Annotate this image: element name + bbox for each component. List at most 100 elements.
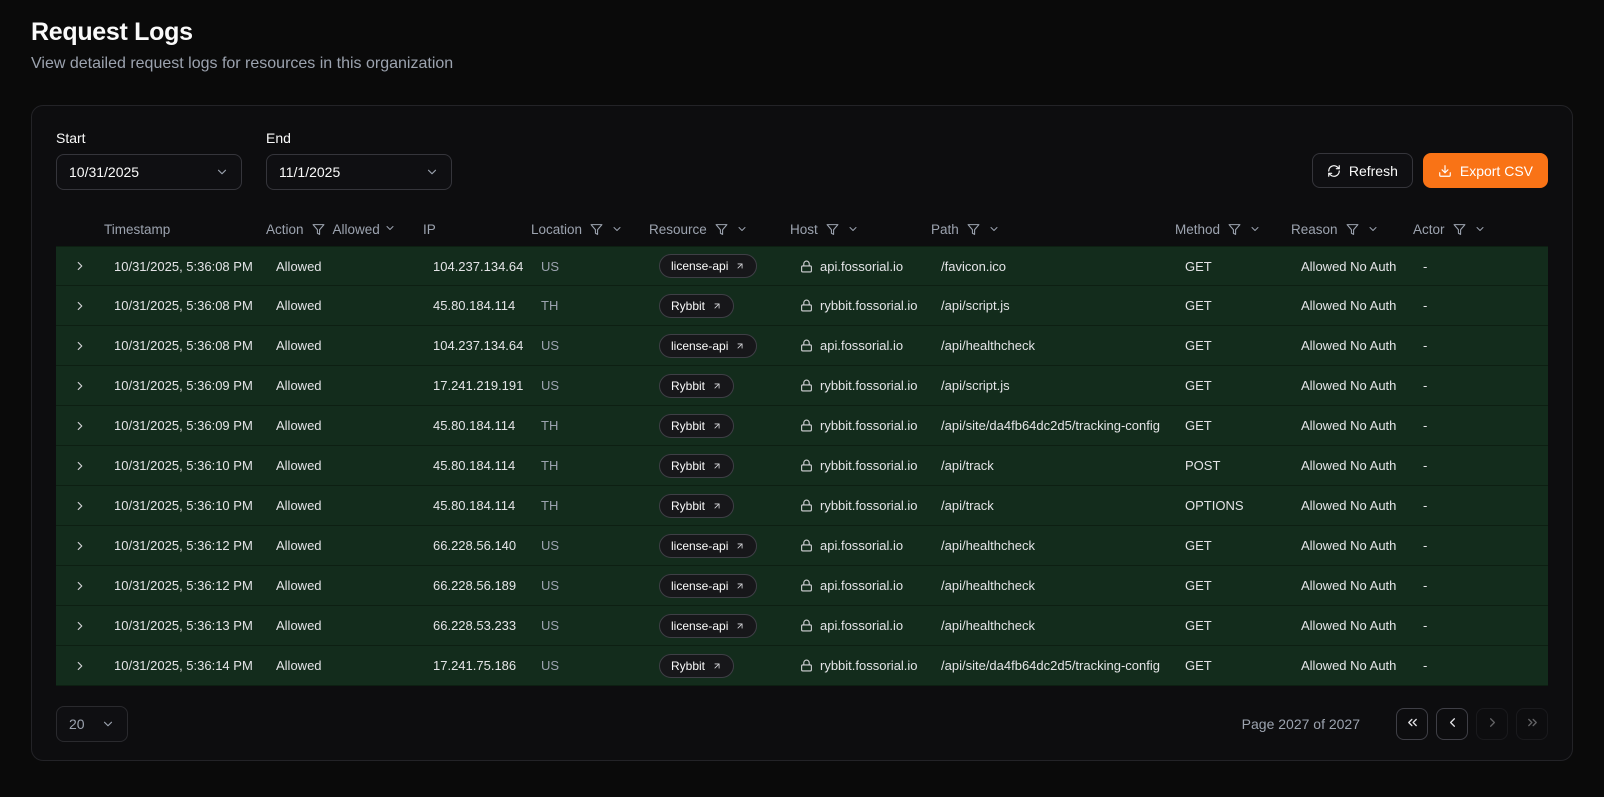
filter-icon[interactable] (312, 223, 325, 236)
cell-timestamp: 10/31/2025, 5:36:12 PM (104, 538, 266, 553)
chevron-down-icon[interactable] (611, 223, 623, 235)
cell-host: api.fossorial.io (790, 618, 931, 633)
resource-name: license-api (671, 619, 728, 633)
cell-action: Allowed (266, 458, 423, 473)
cell-path: /api/site/da4fb64dc2d5/tracking-config (931, 418, 1175, 433)
resource-badge[interactable]: license-api (659, 574, 757, 598)
cell-host: api.fossorial.io (790, 259, 931, 274)
table-row[interactable]: 10/31/2025, 5:36:12 PM Allowed 66.228.56… (56, 566, 1548, 606)
filter-icon[interactable] (1346, 223, 1359, 236)
resource-badge[interactable]: Rybbit (659, 654, 734, 678)
row-expand-chevron-right-icon[interactable] (73, 259, 87, 273)
table-controls: Start 10/31/2025 End 11/1/2025 (56, 130, 1548, 190)
cell-method: GET (1175, 338, 1291, 353)
chevron-down-icon[interactable] (736, 223, 748, 235)
start-date-select[interactable]: 10/31/2025 (56, 154, 242, 190)
row-expand-chevron-right-icon[interactable] (73, 379, 87, 393)
table-row[interactable]: 10/31/2025, 5:36:08 PM Allowed 104.237.1… (56, 326, 1548, 366)
filter-icon[interactable] (1453, 223, 1466, 236)
chevron-down-icon[interactable] (1474, 223, 1486, 235)
row-expand-chevron-right-icon[interactable] (73, 459, 87, 473)
row-expand-chevron-right-icon[interactable] (73, 539, 87, 553)
resource-badge[interactable]: license-api (659, 254, 757, 278)
external-link-icon (735, 581, 745, 591)
cell-method: GET (1175, 378, 1291, 393)
resource-badge[interactable]: Rybbit (659, 454, 734, 478)
column-label-host: Host (790, 222, 818, 237)
cell-host: api.fossorial.io (790, 338, 931, 353)
action-filter-value[interactable]: Allowed (333, 222, 396, 237)
cell-resource: Rybbit (649, 654, 790, 678)
cell-resource: Rybbit (649, 414, 790, 438)
table-row[interactable]: 10/31/2025, 5:36:08 PM Allowed 45.80.184… (56, 286, 1548, 326)
resource-badge[interactable]: license-api (659, 534, 757, 558)
cell-action: Allowed (266, 259, 423, 274)
table-row[interactable]: 10/31/2025, 5:36:09 PM Allowed 45.80.184… (56, 406, 1548, 446)
column-label-resource: Resource (649, 222, 707, 237)
filter-icon[interactable] (590, 223, 603, 236)
cell-path: /api/track (931, 458, 1175, 473)
last-page-button[interactable] (1516, 708, 1548, 740)
resource-badge[interactable]: Rybbit (659, 294, 734, 318)
cell-actor: - (1413, 458, 1548, 473)
row-expand-chevron-right-icon[interactable] (73, 619, 87, 633)
cell-ip: 45.80.184.114 (423, 498, 531, 513)
resource-badge[interactable]: license-api (659, 614, 757, 638)
row-expand-chevron-right-icon[interactable] (73, 659, 87, 673)
row-expand-chevron-right-icon[interactable] (73, 579, 87, 593)
row-expand-chevron-right-icon[interactable] (73, 299, 87, 313)
cell-method: GET (1175, 658, 1291, 673)
column-label-location: Location (531, 222, 582, 237)
cell-host: rybbit.fossorial.io (790, 378, 931, 393)
resource-badge[interactable]: Rybbit (659, 494, 734, 518)
lock-icon (800, 459, 813, 472)
chevron-down-icon[interactable] (1367, 223, 1379, 235)
external-link-icon (712, 421, 722, 431)
end-date-select[interactable]: 11/1/2025 (266, 154, 452, 190)
cell-actor: - (1413, 378, 1548, 393)
cell-timestamp: 10/31/2025, 5:36:09 PM (104, 418, 266, 433)
lock-icon (800, 499, 813, 512)
prev-page-button[interactable] (1436, 708, 1468, 740)
table-row[interactable]: 10/31/2025, 5:36:12 PM Allowed 66.228.56… (56, 526, 1548, 566)
filter-icon[interactable] (715, 223, 728, 236)
lock-icon (800, 419, 813, 432)
cell-path: /api/healthcheck (931, 338, 1175, 353)
table-row[interactable]: 10/31/2025, 5:36:13 PM Allowed 66.228.53… (56, 606, 1548, 646)
row-expand-chevron-right-icon[interactable] (73, 499, 87, 513)
cell-ip: 66.228.56.189 (423, 578, 531, 593)
chevron-down-icon[interactable] (847, 223, 859, 235)
table-row[interactable]: 10/31/2025, 5:36:14 PM Allowed 17.241.75… (56, 646, 1548, 686)
cell-actor: - (1413, 658, 1548, 673)
resource-badge[interactable]: Rybbit (659, 414, 734, 438)
page-info: Page 2027 of 2027 (1242, 716, 1360, 732)
resource-badge[interactable]: Rybbit (659, 374, 734, 398)
table-row[interactable]: 10/31/2025, 5:36:08 PM Allowed 104.237.1… (56, 246, 1548, 286)
filter-icon[interactable] (826, 223, 839, 236)
resource-name: license-api (671, 579, 728, 593)
resource-name: Rybbit (671, 419, 705, 433)
cell-actor: - (1413, 578, 1548, 593)
row-expand-chevron-right-icon[interactable] (73, 339, 87, 353)
lock-icon (800, 339, 813, 352)
table-row[interactable]: 10/31/2025, 5:36:10 PM Allowed 45.80.184… (56, 446, 1548, 486)
filter-icon[interactable] (967, 223, 980, 236)
table-row[interactable]: 10/31/2025, 5:36:10 PM Allowed 45.80.184… (56, 486, 1548, 526)
cell-ip: 17.241.75.186 (423, 658, 531, 673)
resource-name: license-api (671, 259, 728, 273)
page-size-select[interactable]: 20 (56, 706, 128, 742)
resource-name: Rybbit (671, 299, 705, 313)
chevron-down-icon[interactable] (988, 223, 1000, 235)
chevron-down-icon[interactable] (1249, 223, 1261, 235)
export-csv-button[interactable]: Export CSV (1423, 153, 1548, 188)
row-expand-chevron-right-icon[interactable] (73, 419, 87, 433)
resource-badge[interactable]: license-api (659, 334, 757, 358)
first-page-button[interactable] (1396, 708, 1428, 740)
table-row[interactable]: 10/31/2025, 5:36:09 PM Allowed 17.241.21… (56, 366, 1548, 406)
refresh-button[interactable]: Refresh (1312, 153, 1413, 188)
filter-icon[interactable] (1228, 223, 1241, 236)
column-header-action: ActionAllowed (266, 222, 423, 237)
next-page-button[interactable] (1476, 708, 1508, 740)
end-date-label: End (266, 130, 452, 146)
start-date-value: 10/31/2025 (69, 164, 139, 180)
